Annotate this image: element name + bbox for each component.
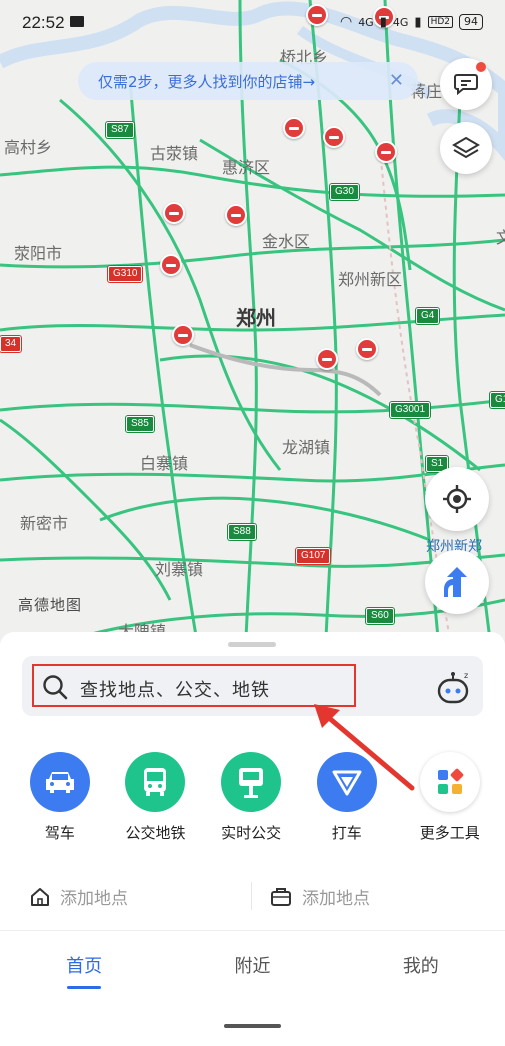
shield-s85: S85 [126, 416, 154, 432]
status-time: 22:52 [22, 13, 65, 32]
tool-label: 更多工具 [419, 824, 480, 842]
car-icon [29, 752, 90, 812]
promo-banner[interactable]: 仅需2步，更多人找到你的店铺→ ✕ [78, 62, 418, 100]
place-longhu: 龙湖镇 [282, 438, 331, 457]
no-entry-icon[interactable] [375, 141, 397, 167]
place-gaocun: 高村乡 [4, 138, 53, 157]
signal-2-label: 4G [392, 15, 409, 29]
locate-icon [443, 485, 471, 513]
tool-label: 公交地铁 [125, 824, 186, 842]
voice-assistant-button[interactable]: z [436, 670, 472, 710]
status-bar: 22:52 ◠ 4G ▮ 4G ▮ HD2 94 [0, 0, 505, 46]
promo-banner-text[interactable]: 仅需2步，更多人找到你的店铺→ [98, 71, 315, 92]
place-baizhai: 白寨镇 [140, 454, 189, 473]
place-huiji: 惠济区 [222, 158, 271, 177]
bottom-nav: 首页 附近 我的 [0, 952, 505, 989]
place-xingyang: 荥阳市 [14, 244, 63, 263]
layers-button[interactable] [440, 122, 492, 174]
shield-s88: S88 [228, 524, 256, 540]
place-gurong: 古荥镇 [150, 144, 199, 163]
tab-mine[interactable]: 我的 [337, 952, 505, 978]
shield-g3001: G3001 [390, 402, 431, 418]
shield-g11: G11 [490, 392, 505, 408]
notification-icon [70, 16, 84, 27]
tool-transit[interactable]: 公交地铁 [108, 752, 204, 843]
add-work-label: 添加地点 [302, 889, 370, 909]
home-icon [31, 887, 49, 906]
tool-realtime-bus[interactable]: 实时公交 [203, 752, 299, 843]
tool-more[interactable]: 更多工具 [395, 752, 505, 843]
shield-34: 34 [0, 336, 22, 352]
place-xinmi: 新密市 [20, 514, 69, 533]
sheet-grabber[interactable] [228, 642, 276, 647]
robot-icon: z [437, 671, 468, 704]
add-work-place[interactable]: 添加地点 [270, 884, 370, 909]
taxi-icon [316, 752, 377, 812]
locate-button[interactable] [425, 467, 489, 531]
place-liuzhai: 刘寨镇 [155, 560, 204, 579]
tool-drive[interactable]: 驾车 [12, 752, 108, 843]
no-entry-icon[interactable] [163, 202, 185, 228]
signal-icon: ▮ [414, 14, 422, 30]
divider [251, 882, 252, 910]
svg-text:z: z [464, 671, 468, 680]
divider [0, 930, 505, 931]
shield-s87: S87 [106, 122, 134, 138]
briefcase-icon [271, 887, 291, 906]
search-input[interactable]: 查找地点、公交、地铁 [80, 676, 270, 702]
place-wen: 文 [496, 228, 505, 247]
tool-label: 驾车 [44, 824, 75, 842]
signal-icon: ▮ [379, 14, 387, 30]
no-entry-icon[interactable] [172, 324, 194, 350]
shield-g107: G107 [296, 548, 331, 564]
place-zhengdong: 郑州新区 [338, 270, 403, 289]
route-button[interactable] [425, 550, 489, 614]
quick-places-row: 添加地点 添加地点 [0, 868, 505, 924]
tool-taxi[interactable]: 打车 [299, 752, 395, 843]
add-home-label: 添加地点 [60, 889, 128, 909]
wifi-icon: ◠ [339, 14, 353, 30]
tool-label: 打车 [331, 824, 362, 842]
no-entry-icon[interactable] [283, 117, 305, 143]
hd-badge: HD2 [427, 16, 453, 28]
search-icon [43, 675, 68, 700]
unread-dot [476, 62, 486, 72]
shield-g30: G30 [330, 184, 359, 200]
signal-1-label: 4G [358, 15, 374, 29]
shield-g310: G310 [108, 266, 143, 282]
place-jinshui: 金水区 [262, 232, 311, 251]
bus-stop-icon [221, 752, 282, 812]
place-zhengzhou: 郑州 [236, 306, 276, 330]
no-entry-icon[interactable] [316, 348, 338, 374]
shield-g4: G4 [416, 308, 440, 324]
tab-home[interactable]: 首页 [0, 952, 168, 989]
no-entry-icon[interactable] [225, 204, 247, 230]
layers-icon [452, 136, 480, 159]
tool-label: 实时公交 [221, 824, 282, 842]
add-home-place[interactable]: 添加地点 [30, 884, 128, 909]
amap-logo: 高德地图 [18, 596, 83, 614]
message-button[interactable] [440, 58, 492, 110]
apps-grid-icon [419, 752, 480, 812]
shield-s60: S60 [366, 608, 394, 624]
no-entry-icon[interactable] [160, 254, 182, 280]
battery-level: 94 [459, 14, 483, 30]
status-icons: ◠ 4G ▮ 4G ▮ HD2 94 [340, 14, 483, 30]
home-indicator[interactable] [224, 1024, 281, 1028]
no-entry-icon[interactable] [323, 126, 345, 152]
tab-nearby[interactable]: 附近 [168, 952, 336, 978]
close-icon[interactable]: ✕ [389, 70, 404, 91]
bus-icon [125, 752, 186, 812]
route-arrow-icon [444, 567, 467, 597]
tools-row: 驾车 公交地铁 实时公交 打车 更多工具 [0, 752, 505, 843]
no-entry-icon[interactable] [356, 338, 378, 364]
chat-bubble-icon [454, 74, 478, 96]
